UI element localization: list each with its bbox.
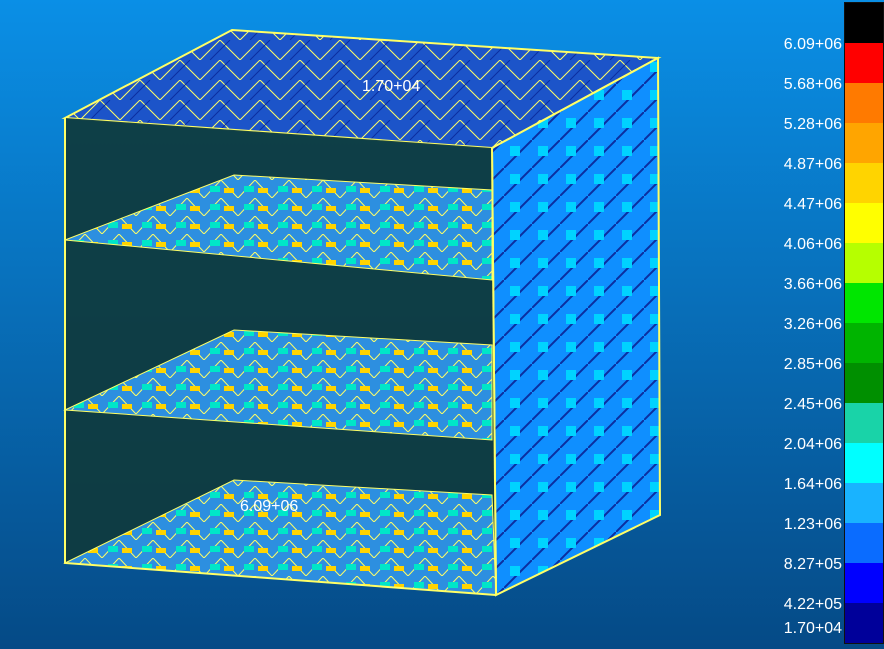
legend-label-10: 2.45+06 (783, 396, 842, 413)
legend-label-9: 2.85+06 (783, 356, 842, 373)
color-legend (844, 2, 884, 644)
legend-label-14: 8.27+05 (783, 556, 842, 573)
legend-swatch-14 (845, 523, 883, 563)
legend-swatch-16 (845, 603, 883, 643)
legend-swatch-12 (845, 443, 883, 483)
legend-label-8: 3.26+06 (783, 316, 842, 333)
right-face (490, 56, 662, 597)
min-label: 6.09+06 (240, 498, 299, 515)
legend-swatch-4 (845, 123, 883, 163)
legend-swatch-2 (845, 43, 883, 83)
legend-swatch-13 (845, 483, 883, 523)
legend-swatch-1 (845, 3, 883, 43)
legend-label-13: 1.23+06 (783, 516, 842, 533)
legend-swatch-8 (845, 283, 883, 323)
legend-label-6: 4.06+06 (783, 236, 842, 253)
legend-label-3: 5.28+06 (783, 116, 842, 133)
legend-swatch-11 (845, 403, 883, 443)
legend-label-11: 2.04+06 (783, 436, 842, 453)
legend-swatch-10 (845, 363, 883, 403)
legend-label-1: 6.09+06 (783, 36, 842, 53)
legend-swatch-3 (845, 83, 883, 123)
legend-swatch-7 (845, 243, 883, 283)
legend-swatch-6 (845, 203, 883, 243)
legend-label-5: 4.47+06 (783, 196, 842, 213)
legend-label-16: 1.70+04 (783, 620, 842, 637)
legend-swatch-9 (845, 323, 883, 363)
legend-label-15: 4.22+05 (783, 596, 842, 613)
legend-label-2: 5.68+06 (783, 76, 842, 93)
legend-swatch-15 (845, 563, 883, 603)
legend-label-7: 3.66+06 (783, 276, 842, 293)
fea-viewport[interactable]: 1.70+04 6.09+06 6.09+06 5.68+06 5.28+06 … (0, 0, 884, 649)
max-label: 1.70+04 (362, 78, 421, 95)
legend-label-12: 1.64+06 (783, 476, 842, 493)
legend-label-4: 4.87+06 (783, 156, 842, 173)
legend-swatch-5 (845, 163, 883, 203)
